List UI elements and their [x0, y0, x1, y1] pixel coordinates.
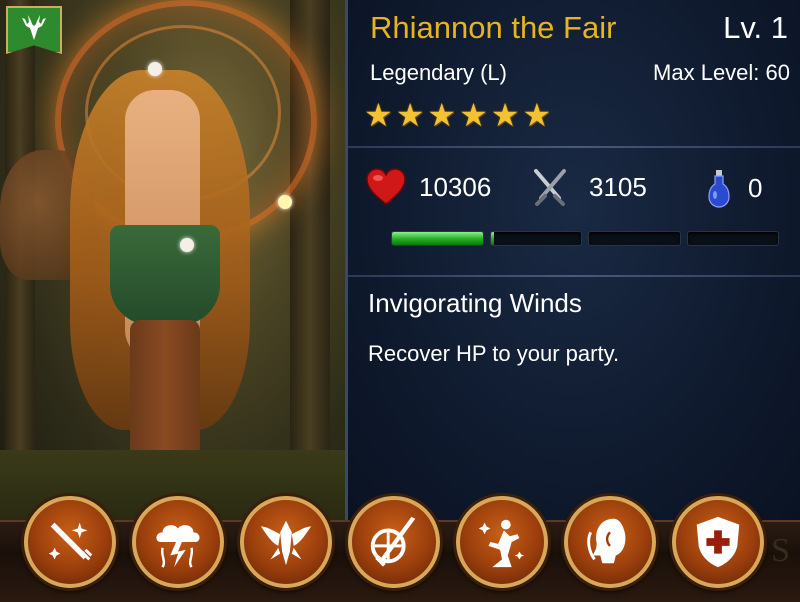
exp-bar-fill	[490, 232, 495, 245]
flower	[278, 195, 292, 209]
star-icon: ★	[490, 96, 520, 134]
hero-rarity: Legendary (L)	[370, 60, 507, 85]
star-icon: ★	[395, 96, 425, 134]
flower	[148, 62, 162, 76]
menu-button-healing[interactable]	[672, 496, 764, 588]
deer-emblem-icon	[22, 15, 46, 40]
menu-background-text: S	[771, 532, 792, 569]
hp-stat: 10306	[365, 168, 491, 206]
divider	[348, 146, 800, 148]
star-icon: ★	[522, 96, 552, 134]
exp-bar-segment	[489, 231, 582, 246]
hero-max-level: Max Level: 60	[653, 60, 790, 85]
menu-button-equipment[interactable]	[348, 496, 440, 588]
flower	[180, 238, 194, 252]
potion-value: 0	[748, 172, 763, 203]
divider	[348, 275, 800, 277]
heart-icon	[366, 168, 406, 205]
hero-skirt	[110, 225, 220, 325]
potion-stat: 0	[708, 168, 762, 208]
menu-button-helm[interactable]	[240, 496, 332, 588]
hero-name: Rhiannon the Fair	[370, 10, 617, 45]
star-rating: ★ ★ ★ ★ ★ ★	[364, 98, 551, 132]
exp-bar	[391, 231, 779, 246]
attack-stat: 3105	[533, 168, 647, 206]
winged-helm-icon	[260, 520, 312, 566]
exp-bar-segment	[588, 231, 681, 246]
hero-artwork	[0, 0, 345, 520]
exp-bar-fill	[392, 232, 483, 245]
star-icon: ★	[364, 96, 393, 134]
menu-button-storm[interactable]	[132, 496, 224, 588]
potion-icon	[708, 170, 730, 208]
star-icon: ★	[459, 96, 488, 134]
skill-name: Invigorating Winds	[368, 288, 582, 318]
cross-shield-icon	[696, 516, 740, 568]
menu-button-skill[interactable]	[24, 496, 116, 588]
exp-bar-segment	[391, 231, 484, 246]
face-profile-icon	[587, 518, 626, 564]
storm-cloud-icon	[156, 525, 200, 568]
exp-bar-segment	[686, 231, 779, 246]
attack-value: 3105	[589, 171, 647, 202]
hero-pose-icon	[478, 519, 525, 568]
menu-button-portrait[interactable]	[564, 496, 656, 588]
crossed-swords-icon	[534, 169, 566, 206]
hp-value: 10306	[419, 171, 492, 202]
sword-shield-icon	[370, 516, 416, 567]
star-icon: ★	[427, 96, 457, 134]
sword-sparkle-icon	[48, 522, 93, 561]
hero-info-panel: Rhiannon the Fair Lv. 1 Legendary (L) Ma…	[345, 0, 800, 520]
skill-description: Recover HP to your party.	[368, 341, 620, 366]
menu-button-heroes[interactable]	[456, 496, 548, 588]
hero-level: Lv. 1	[723, 10, 788, 45]
